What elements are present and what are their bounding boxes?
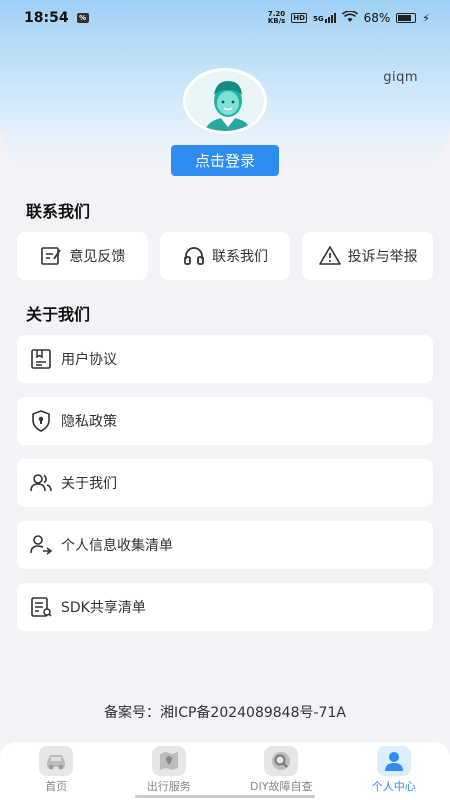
battery-percent: 68% <box>363 11 391 25</box>
icp-record-number: 备案号：湘ICP备2024089848号-71A <box>104 705 346 721</box>
document-list-icon <box>29 595 53 619</box>
shield-icon <box>29 409 53 433</box>
battery-icon <box>396 13 417 23</box>
section-title-about: 关于我们 <box>26 305 91 324</box>
login-button[interactable]: 点击登录 <box>171 145 279 176</box>
home-indicator <box>135 795 315 798</box>
feedback-button[interactable]: 意见反馈 <box>17 232 148 280</box>
menu-item-user-agreement[interactable]: 用户协议 <box>17 335 433 383</box>
status-bar: 18:54 % 7.20 KB/s HD 5G 68% ⚡ <box>0 0 450 36</box>
feedback-icon <box>39 244 63 268</box>
charging-icon: ⚡ <box>422 11 430 25</box>
signal-icon: 5G <box>313 13 336 23</box>
contact-options: 意见反馈 联系我们 投诉与举报 <box>17 232 434 280</box>
headset-icon <box>182 244 206 268</box>
menu-item-about-us[interactable]: 关于我们 <box>17 459 433 507</box>
diagnose-icon <box>264 746 299 776</box>
wifi-icon <box>341 9 358 26</box>
car-icon <box>39 746 74 776</box>
notification-icon: % <box>76 13 89 23</box>
complaint-report-button[interactable]: 投诉与举报 <box>302 232 434 280</box>
section-title-contact: 联系我们 <box>26 202 91 221</box>
map-icon <box>151 746 186 776</box>
bottom-tab-bar: 首页 出行服务 DIY故障自查 个人中心 <box>0 742 450 800</box>
net-speed: 7.20 KB/s <box>267 10 286 25</box>
person-icon <box>376 746 411 776</box>
tab-travel-service[interactable]: 出行服务 <box>114 746 224 794</box>
tab-home[interactable]: 首页 <box>1 746 111 794</box>
menu-item-sdk-share-list[interactable]: SDK共享清单 <box>17 583 433 631</box>
tab-diy-diagnose[interactable]: DIY故障自查 <box>226 746 336 794</box>
user-list-icon <box>29 533 53 557</box>
avatar[interactable] <box>183 68 267 134</box>
warning-icon <box>318 244 342 268</box>
about-menu: 用户协议 隐私政策 关于我们 个人信息收集清单 SDK共享清单 <box>17 335 433 645</box>
menu-item-privacy-policy[interactable]: 隐私政策 <box>17 397 433 445</box>
contact-us-button[interactable]: 联系我们 <box>159 232 291 280</box>
users-icon <box>29 471 53 495</box>
username: giqm <box>383 70 418 85</box>
status-time: 18:54 <box>24 10 69 26</box>
agreement-icon <box>29 347 53 371</box>
tab-personal-center[interactable]: 个人中心 <box>339 746 449 794</box>
hd-icon: HD <box>291 13 307 23</box>
menu-item-personal-info-list[interactable]: 个人信息收集清单 <box>17 521 433 569</box>
